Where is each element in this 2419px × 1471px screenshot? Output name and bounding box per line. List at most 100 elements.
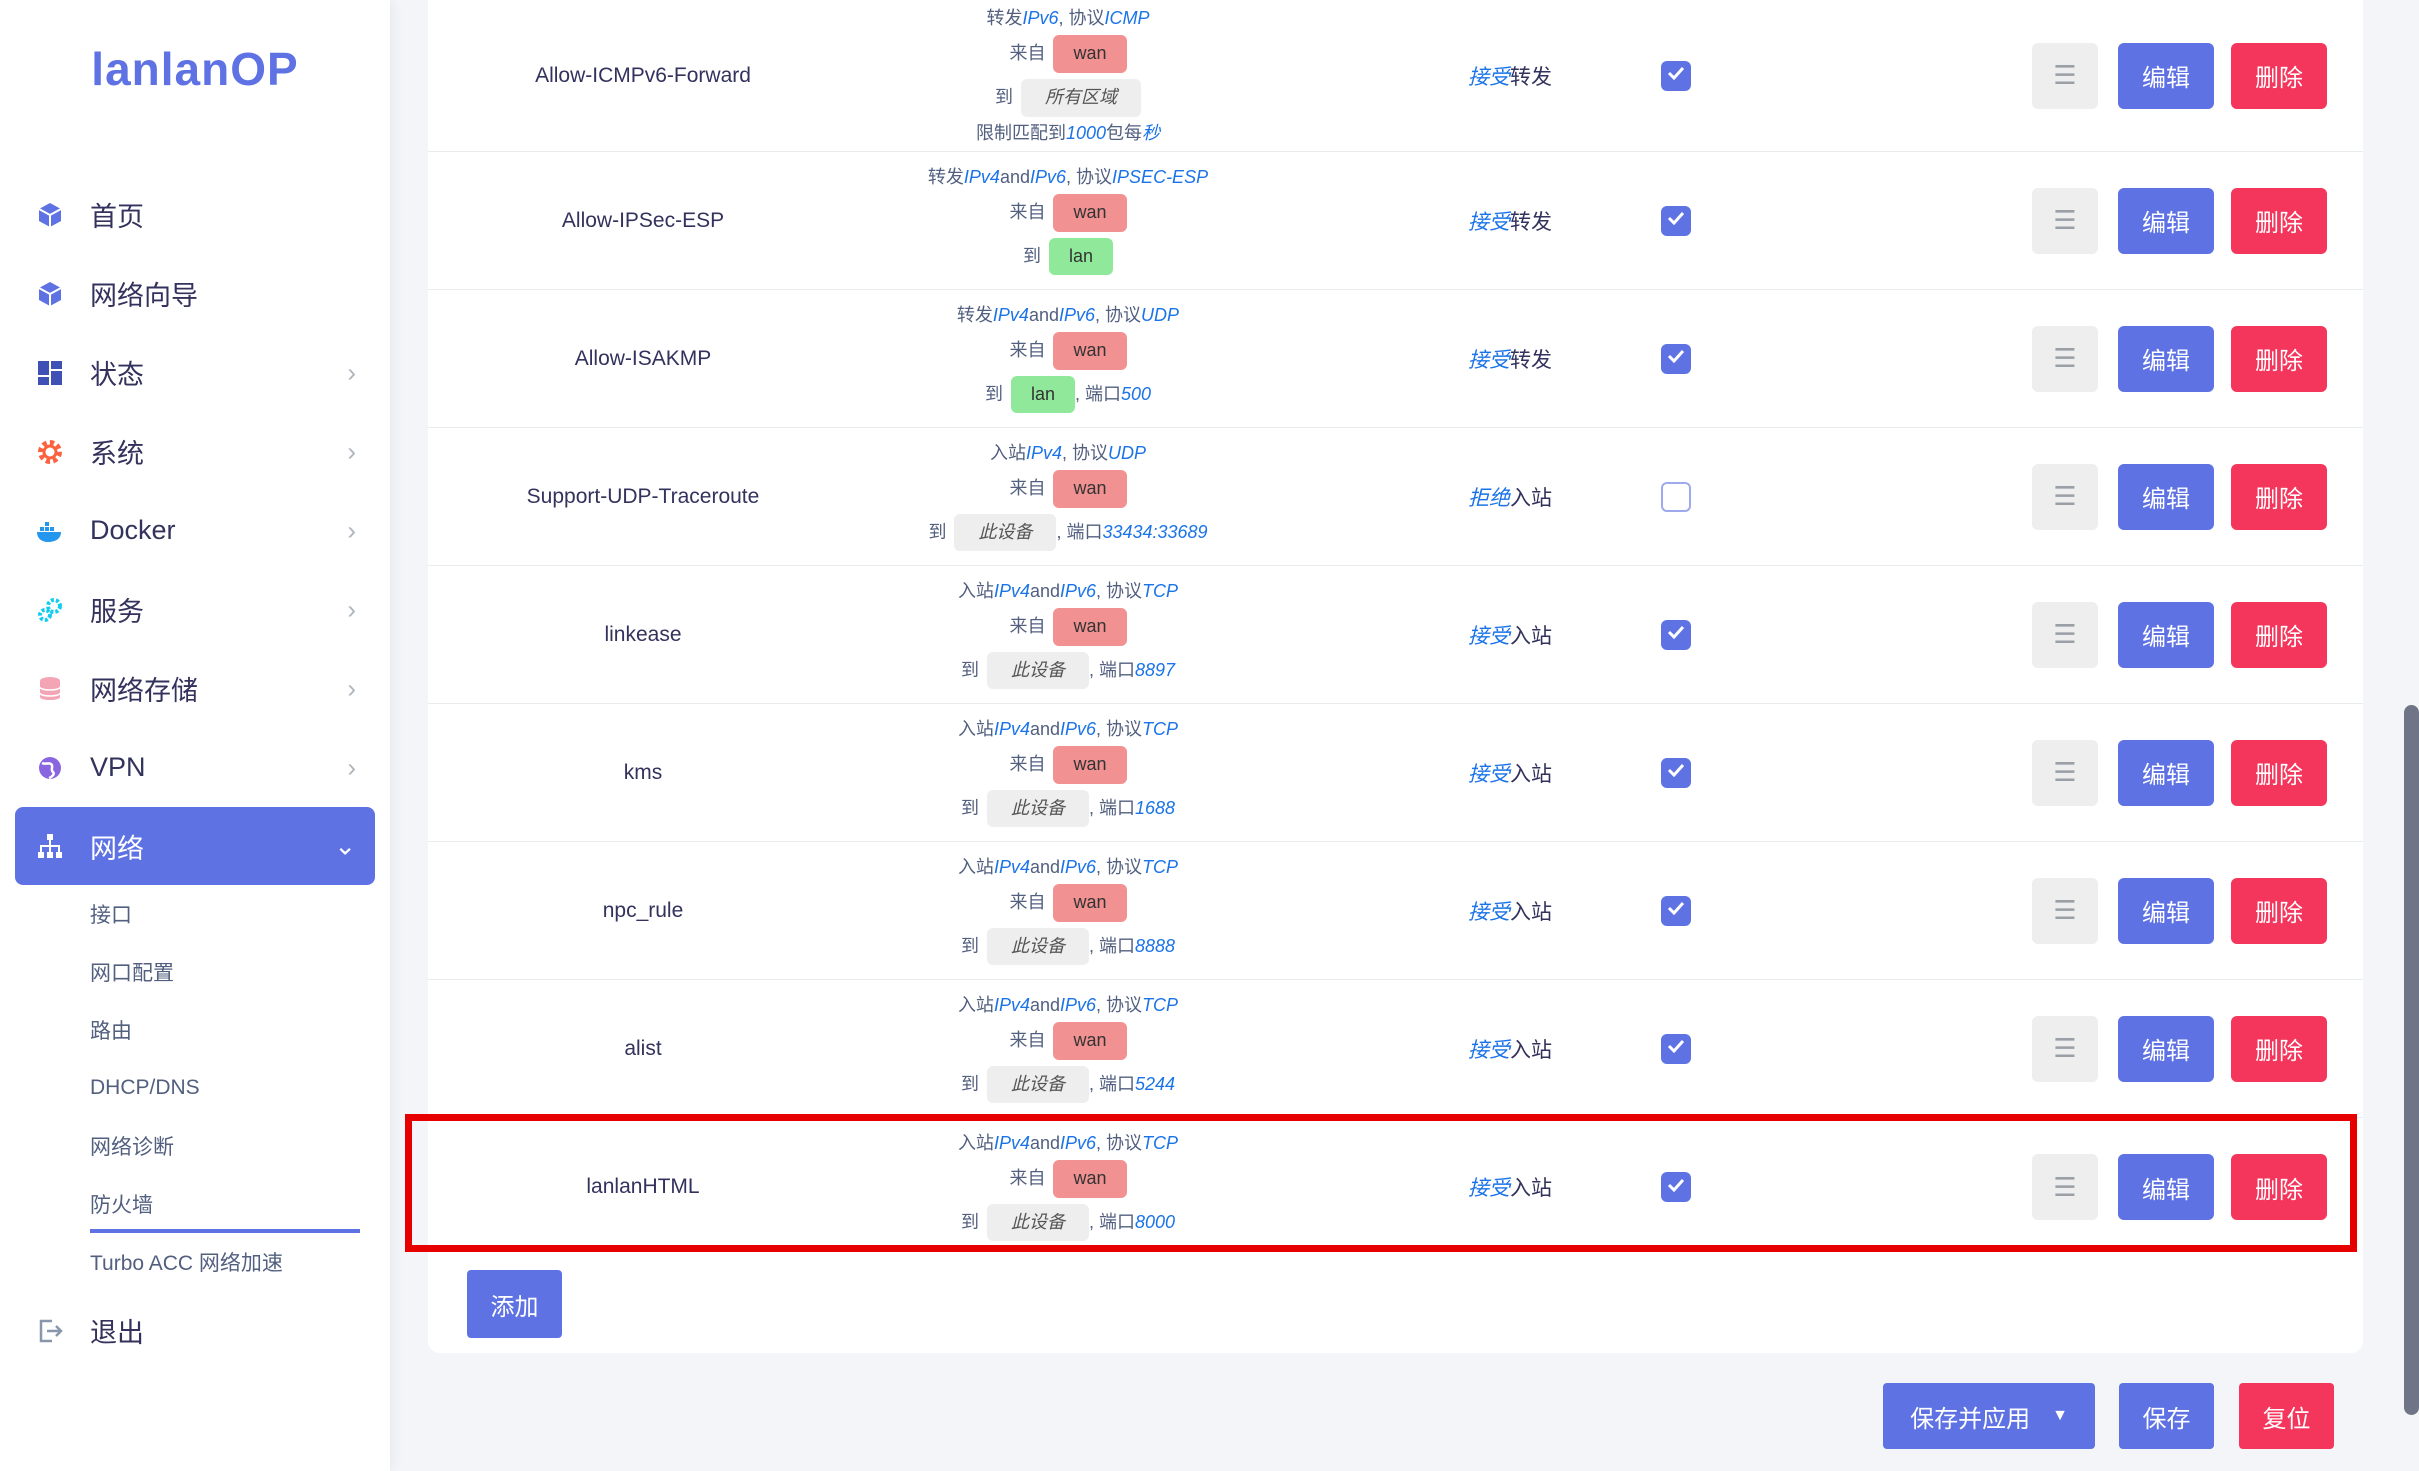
sidebar-item-system[interactable]: 系统 › xyxy=(0,412,390,491)
zone-badge-wan: wan xyxy=(1053,608,1127,646)
enable-checkbox[interactable] xyxy=(1661,895,1691,926)
match-value: ICMP xyxy=(1104,7,1150,28)
match-value: UDP xyxy=(1141,304,1180,325)
scrollbar[interactable] xyxy=(2404,705,2419,1415)
delete-button[interactable]: 删除 xyxy=(2231,187,2327,254)
match-value: IPv6 xyxy=(1060,1132,1097,1153)
enable-checkbox[interactable] xyxy=(1661,343,1691,374)
drag-handle-icon[interactable]: ☰ xyxy=(2032,463,2098,530)
edit-button[interactable]: 编辑 xyxy=(2118,877,2214,944)
drag-handle-icon[interactable]: ☰ xyxy=(2032,1015,2098,1082)
save-button[interactable]: 保存 xyxy=(2119,1383,2214,1449)
rule-name: Support-UDP-Traceroute xyxy=(526,484,760,508)
save-apply-button[interactable]: 保存并应用 ▼ xyxy=(1883,1383,2095,1449)
add-rule-button[interactable]: 添加 xyxy=(467,1270,562,1338)
rule-action: 接受入站 xyxy=(1468,896,1668,926)
submenu-item-diagnostics[interactable]: 网络诊断 xyxy=(90,1117,390,1175)
sidebar-item-wizard[interactable]: 网络向导 xyxy=(0,254,390,333)
match-value: IPv4 xyxy=(992,304,1029,325)
from-label: 来自 xyxy=(1009,478,1046,499)
enable-checkbox[interactable] xyxy=(1661,60,1691,91)
gear-icon xyxy=(34,436,66,468)
sidebar-item-vpn[interactable]: VPN › xyxy=(0,728,390,807)
app-logo[interactable]: lanlanOP xyxy=(0,42,390,96)
port-label: , 端口 xyxy=(1088,797,1135,818)
delete-button[interactable]: 删除 xyxy=(2231,877,2327,944)
drag-handle-icon[interactable]: ☰ xyxy=(2032,42,2098,109)
drag-handle-icon[interactable]: ☰ xyxy=(2032,1154,2098,1220)
edit-button[interactable]: 编辑 xyxy=(2118,463,2214,530)
submenu-item-turbo-acc[interactable]: Turbo ACC 网络加速 xyxy=(90,1233,390,1291)
table-row: Allow-ICMPv6-Forward 转发 IPv6, 协议 ICMP 来自 wa… xyxy=(428,0,2363,152)
drag-handle-icon[interactable]: ☰ xyxy=(2032,187,2098,254)
match-value: IPv4 xyxy=(1025,442,1062,463)
match-text: and xyxy=(1029,856,1061,877)
enable-checkbox[interactable] xyxy=(1661,1172,1691,1202)
drag-handle-icon[interactable]: ☰ xyxy=(2032,325,2098,392)
database-icon xyxy=(34,673,66,705)
enable-checkbox[interactable] xyxy=(1661,205,1691,236)
sidebar-item-logout[interactable]: 退出 xyxy=(0,1291,390,1370)
edit-button[interactable]: 编辑 xyxy=(2118,1015,2214,1082)
enable-checkbox[interactable] xyxy=(1661,481,1691,512)
delete-button[interactable]: 删除 xyxy=(2231,463,2327,530)
enable-checkbox[interactable] xyxy=(1661,1033,1691,1064)
delete-button[interactable]: 删除 xyxy=(2231,1015,2327,1082)
match-protocol-line: 入站 IPv4 and IPv6, 协议 TCP xyxy=(958,995,1178,1017)
edit-button[interactable]: 编辑 xyxy=(2118,325,2214,392)
sidebar-item-docker[interactable]: Docker › xyxy=(0,491,390,570)
submenu-item-port-config[interactable]: 网口配置 xyxy=(90,943,390,1001)
edit-button[interactable]: 编辑 xyxy=(2118,1154,2214,1220)
action-verb: 接受 xyxy=(1468,1177,1510,1200)
rule-name: lanlanHTML xyxy=(586,1175,700,1198)
sidebar-item-home[interactable]: 首页 xyxy=(0,175,390,254)
sidebar-item-network[interactable]: 网络 ⌄ xyxy=(15,807,375,885)
rule-action: 拒绝入站 xyxy=(1468,482,1668,512)
delete-button[interactable]: 删除 xyxy=(2231,325,2327,392)
match-text: , 协议 xyxy=(1066,166,1113,187)
delete-button[interactable]: 删除 xyxy=(2231,739,2327,806)
action-target: 入站 xyxy=(1510,486,1552,510)
drag-handle-icon[interactable]: ☰ xyxy=(2032,739,2098,806)
submenu-item-interfaces[interactable]: 接口 xyxy=(90,885,390,943)
caret-down-icon[interactable]: ▼ xyxy=(2052,1407,2068,1425)
action-verb: 接受 xyxy=(1468,624,1510,648)
action-target: 入站 xyxy=(1510,762,1552,786)
edit-button[interactable]: 编辑 xyxy=(2118,601,2214,668)
rule-action: 接受入站 xyxy=(1468,758,1668,788)
rule-action: 接受入站 xyxy=(1468,1172,1668,1202)
drag-handle-icon[interactable]: ☰ xyxy=(2032,877,2098,944)
delete-button[interactable]: 删除 xyxy=(2231,601,2327,668)
delete-button[interactable]: 删除 xyxy=(2231,1154,2327,1220)
edit-button[interactable]: 编辑 xyxy=(2118,187,2214,254)
to-label: 到 xyxy=(960,797,979,818)
enable-checkbox[interactable] xyxy=(1661,757,1691,788)
docker-icon xyxy=(34,515,66,547)
reset-button[interactable]: 复位 xyxy=(2239,1383,2334,1449)
match-text: 转发 xyxy=(956,304,993,325)
action-verb: 接受 xyxy=(1468,65,1510,89)
sidebar-item-storage[interactable]: 网络存储 › xyxy=(0,649,390,728)
match-protocol-line: 入站 IPv4 and IPv6, 协议 TCP xyxy=(958,581,1178,603)
submenu-item-dhcp-dns[interactable]: DHCP/DNS xyxy=(90,1059,390,1117)
match-from-line: 来自 wan xyxy=(1009,746,1127,784)
match-text: and xyxy=(1028,304,1059,325)
match-from-line: 来自 wan xyxy=(1009,1022,1127,1060)
submenu-item-routes[interactable]: 路由 xyxy=(90,1001,390,1059)
match-text: and xyxy=(1029,580,1061,601)
chevron-right-icon: › xyxy=(347,673,356,703)
enable-checkbox[interactable] xyxy=(1661,619,1691,650)
match-text: 转发 xyxy=(986,7,1023,28)
delete-button[interactable]: 删除 xyxy=(2231,42,2327,109)
sidebar-item-status[interactable]: 状态 › xyxy=(0,333,390,412)
action-verb: 接受 xyxy=(1468,1038,1510,1062)
match-to-line: 到此设备, 端口 33434:33689 xyxy=(928,513,1208,552)
zone-badge-wan: wan xyxy=(1053,470,1127,508)
drag-handle-icon[interactable]: ☰ xyxy=(2032,601,2098,668)
edit-button[interactable]: 编辑 xyxy=(2118,42,2214,109)
sidebar-item-services[interactable]: 服务 › xyxy=(0,570,390,649)
submenu-item-firewall[interactable]: 防火墙 xyxy=(90,1175,390,1233)
to-label: 到 xyxy=(1022,245,1041,266)
rule-match: 转发 IPv4 and IPv6, 协议 IPSEC-ESP 来自 wan 到 lan xyxy=(858,152,1278,290)
edit-button[interactable]: 编辑 xyxy=(2118,739,2214,806)
